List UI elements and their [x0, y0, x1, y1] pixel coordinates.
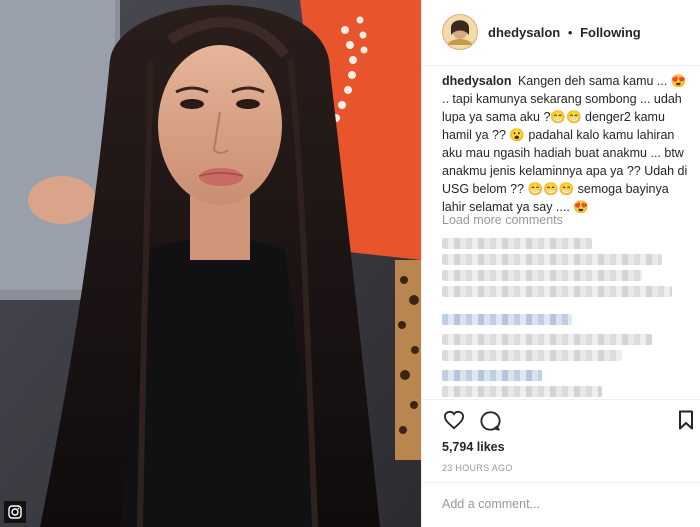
- username-link[interactable]: dhedysalon: [488, 25, 560, 40]
- post-photo-image: [0, 0, 421, 527]
- blurred-comment: [442, 370, 542, 381]
- post-header: dhedysalon • Following: [422, 0, 700, 66]
- comment-icon[interactable]: [479, 410, 501, 437]
- blurred-comment: [442, 314, 572, 325]
- add-comment-input[interactable]: Add a comment...: [442, 497, 540, 511]
- likes-count[interactable]: 5,794 likes: [442, 440, 505, 454]
- header-separator: •: [567, 25, 573, 40]
- following-button[interactable]: Following: [580, 25, 641, 40]
- avatar[interactable]: [442, 14, 478, 50]
- blurred-comment: [442, 350, 622, 361]
- post-caption: dhedysalon Kangen deh sama kamu ... 😍 ..…: [442, 72, 692, 216]
- load-more-comments-link[interactable]: Load more comments: [442, 213, 563, 227]
- blurred-comment: [442, 386, 602, 397]
- caption-username-link[interactable]: dhedysalon: [442, 74, 511, 88]
- instagram-logo-icon: [4, 501, 26, 523]
- post-sidebar: dhedysalon • Following dhedysalon Kangen…: [421, 0, 700, 527]
- comment-bar: Add a comment...: [422, 482, 700, 527]
- actions-divider: [422, 399, 700, 400]
- post-timestamp[interactable]: 23 HOURS AGO: [442, 463, 513, 473]
- blurred-comment: [442, 254, 662, 265]
- blurred-comment: [442, 270, 642, 281]
- blurred-comment: [442, 334, 652, 345]
- post-photo[interactable]: [0, 0, 421, 527]
- heart-icon[interactable]: [443, 410, 465, 435]
- caption-text: Kangen deh sama kamu ... 😍 .. tapi kamun…: [442, 74, 688, 214]
- blurred-comment: [442, 286, 672, 297]
- bookmark-icon[interactable]: [678, 410, 694, 435]
- blurred-comment: [442, 238, 592, 249]
- header-text: dhedysalon • Following: [488, 25, 641, 40]
